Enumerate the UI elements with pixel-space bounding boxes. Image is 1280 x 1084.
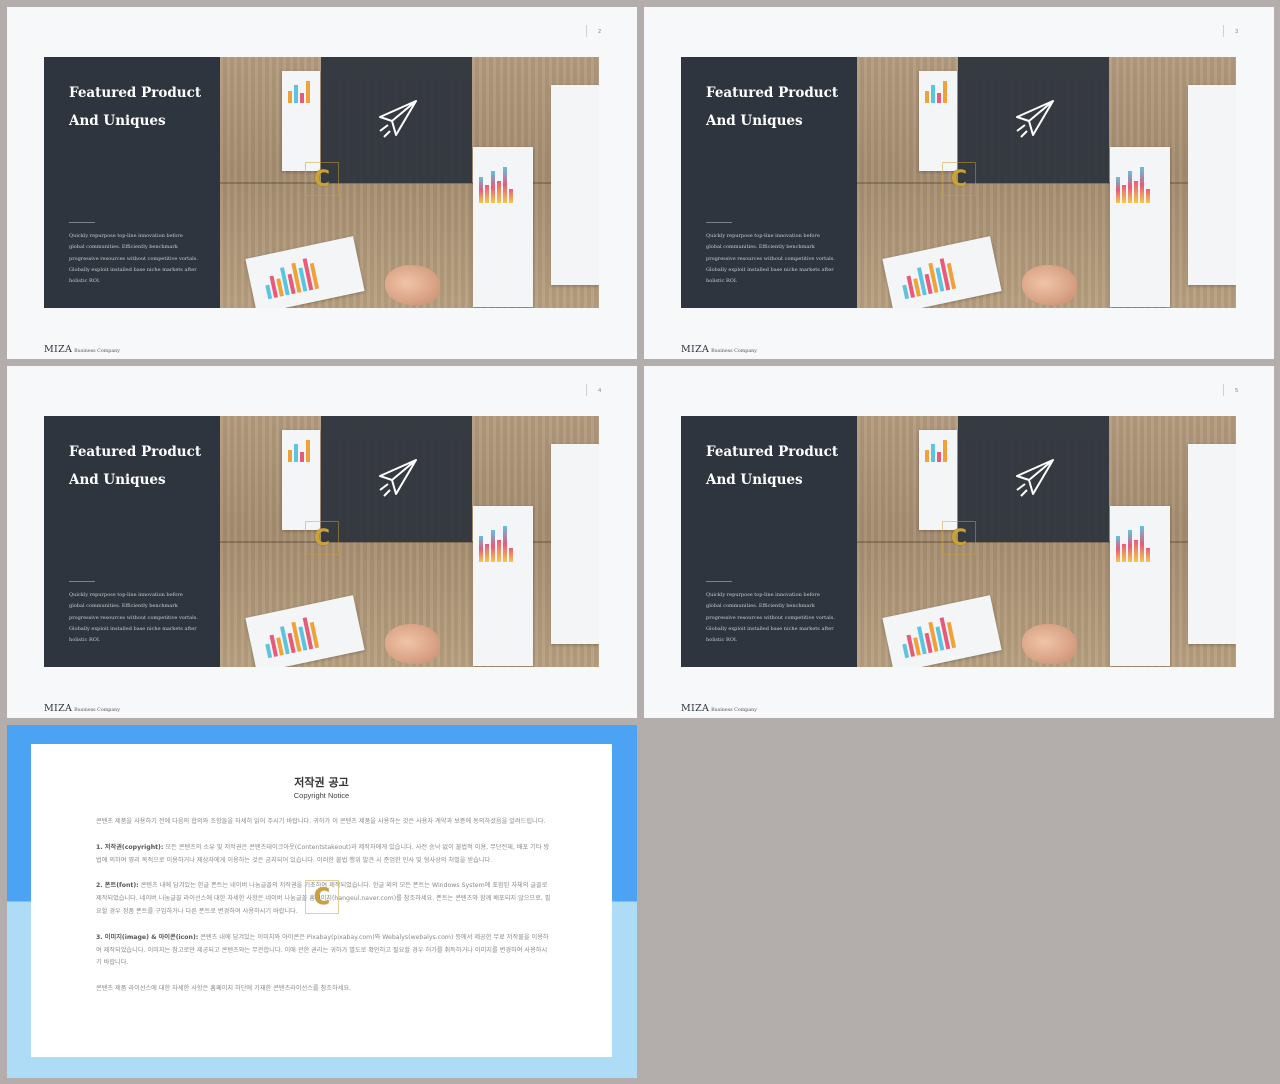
copyright-section-3: 3. 이미지(image) & 아이콘(icon): 콘텐츠 내에 담겨있는 이… xyxy=(96,933,549,967)
company-logo: MIZA Business Company xyxy=(44,344,120,355)
chart-paper-right xyxy=(473,147,533,307)
copyright-subtitle: Copyright Notice xyxy=(293,791,350,800)
chart-paper-top xyxy=(282,71,320,171)
chart-paper-top xyxy=(919,430,957,530)
copyright-section-1: 1. 저작권(copyright): 모든 콘텐츠의 소유 및 저작권은 콘텐츠… xyxy=(96,843,550,864)
chart-paper-right xyxy=(473,506,533,666)
company-logo: MIZA Business Company xyxy=(44,703,120,714)
page-number: 5 xyxy=(1235,388,1238,394)
report-paper xyxy=(1188,444,1236,644)
watermark-logo: C xyxy=(305,162,339,196)
slide-body-text: Quickly repurpose top-line innovation be… xyxy=(69,233,198,285)
watermark-logo: C xyxy=(942,521,976,555)
hand xyxy=(385,624,440,664)
hand xyxy=(1022,265,1077,305)
text-panel: Featured Product And Uniques Quickly rep… xyxy=(681,416,857,667)
copyright-card: 저작권 공고 Copyright Notice 콘텐츠 제품을 사용하기 전에 … xyxy=(31,744,612,1057)
copyright-outro: 콘텐츠 제품 라이선스에 대한 자세한 사항은 홈페이지 하단에 기재한 콘텐츠… xyxy=(96,985,352,993)
icon-overlay xyxy=(321,57,472,183)
page-number-divider xyxy=(586,25,587,37)
company-logo: MIZA Business Company xyxy=(681,344,757,355)
slide-thumbnail-3[interactable]: 3 Featured Product And Uniques Quickly r… xyxy=(644,7,1274,359)
desk-photo xyxy=(857,416,1236,667)
copyright-intro: 콘텐츠 제품을 사용하기 전에 다음의 합의와 조항들을 자세히 읽어 주시기 … xyxy=(96,818,546,825)
icon-overlay xyxy=(958,416,1109,542)
desk-photo xyxy=(857,57,1236,308)
slide-title: Featured Product And Uniques xyxy=(69,85,202,129)
slide-body-text: Quickly repurpose top-line innovation be… xyxy=(706,233,835,285)
title-divider xyxy=(706,222,732,223)
title-divider xyxy=(69,222,95,223)
watermark-logo: C xyxy=(942,162,976,196)
text-panel: Featured Product And Uniques Quickly rep… xyxy=(44,57,220,308)
slide-title: Featured Product And Uniques xyxy=(706,85,839,129)
slide-body-text: Quickly repurpose top-line innovation be… xyxy=(706,592,835,644)
page-number: 3 xyxy=(1235,29,1238,35)
paper-plane-icon xyxy=(1016,459,1054,497)
chart-paper-bottom xyxy=(245,236,365,308)
company-logo: MIZA Business Company xyxy=(681,703,757,714)
slide-title: Featured Product And Uniques xyxy=(706,444,839,488)
hand xyxy=(1022,624,1077,664)
paper-plane-icon xyxy=(379,100,417,138)
report-paper xyxy=(551,85,599,285)
watermark-logo: C xyxy=(305,521,339,555)
chart-paper-bottom xyxy=(245,595,365,667)
report-paper xyxy=(1188,85,1236,285)
slide-title: Featured Product And Uniques xyxy=(69,444,202,488)
desk-photo xyxy=(220,57,599,308)
page-number-divider xyxy=(1223,25,1224,37)
text-panel: Featured Product And Uniques Quickly rep… xyxy=(44,416,220,667)
slide-thumbnail-2[interactable]: 2 Featured Product And Uniques Quickly r… xyxy=(7,7,637,359)
icon-overlay xyxy=(958,57,1109,183)
chart-paper-top xyxy=(919,71,957,171)
chart-paper-bottom xyxy=(882,236,1002,308)
chart-paper-right xyxy=(1110,147,1170,307)
report-paper xyxy=(551,444,599,644)
desk-photo xyxy=(220,416,599,667)
icon-overlay xyxy=(321,416,472,542)
page-number-divider xyxy=(1223,384,1224,396)
paper-plane-icon xyxy=(1016,100,1054,138)
page-number-divider xyxy=(586,384,587,396)
title-divider xyxy=(706,581,732,582)
text-panel: Featured Product And Uniques Quickly rep… xyxy=(681,57,857,308)
hand xyxy=(385,265,440,305)
chart-paper-right xyxy=(1110,506,1170,666)
slide-thumbnail-5[interactable]: 5 Featured Product And Uniques Quickly r… xyxy=(644,366,1274,718)
page-number: 4 xyxy=(598,388,601,394)
paper-plane-icon xyxy=(379,459,417,497)
title-divider xyxy=(69,581,95,582)
slide-thumbnail-4[interactable]: 4 Featured Product And Uniques Quickly r… xyxy=(7,366,637,718)
chart-paper-bottom xyxy=(882,595,1002,667)
page-number: 2 xyxy=(598,29,601,35)
slide-body-text: Quickly repurpose top-line innovation be… xyxy=(69,592,198,644)
watermark-logo: C xyxy=(305,880,339,914)
copyright-title: 저작권 공고 xyxy=(294,776,349,789)
slide-thumbnail-copyright[interactable]: 저작권 공고 Copyright Notice 콘텐츠 제품을 사용하기 전에 … xyxy=(7,725,637,1078)
chart-paper-top xyxy=(282,430,320,530)
